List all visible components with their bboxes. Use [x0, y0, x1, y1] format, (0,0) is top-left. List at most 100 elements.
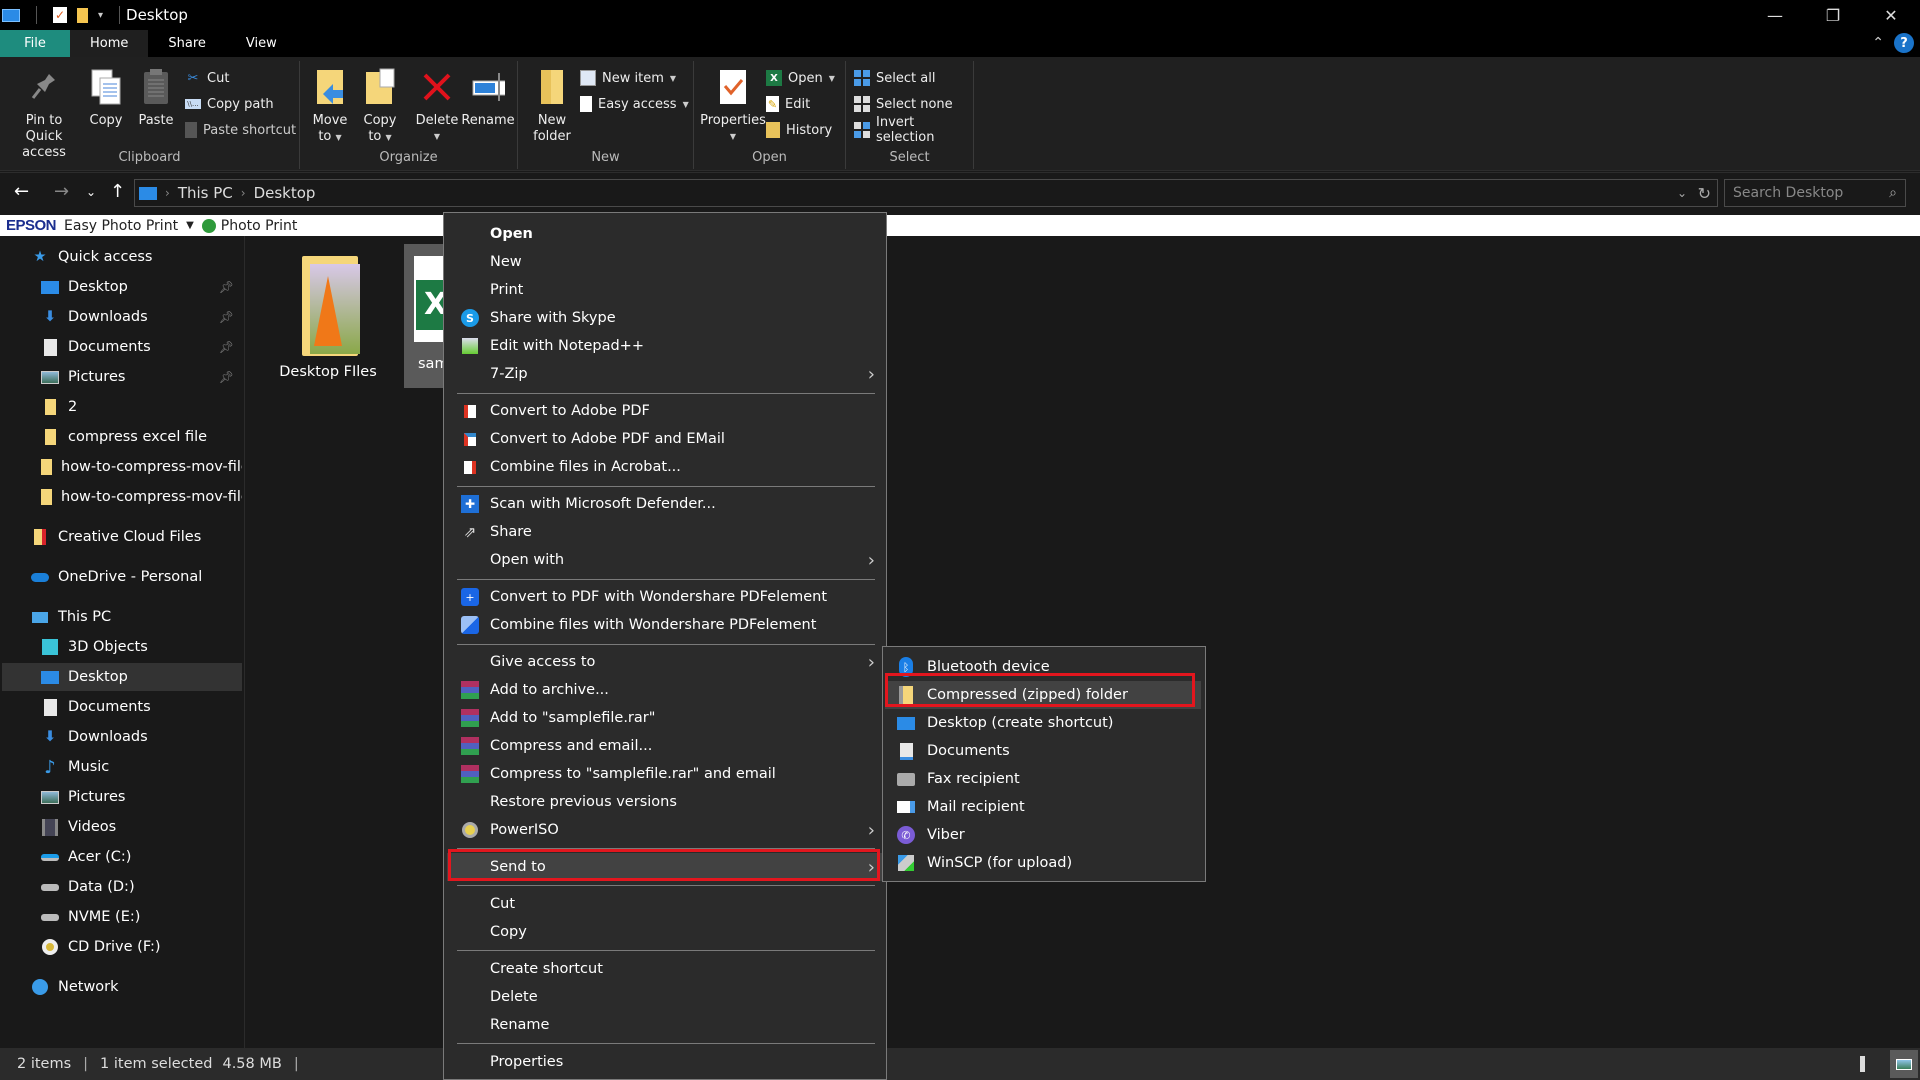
- help-icon[interactable]: ?: [1894, 33, 1914, 53]
- easy-access-button[interactable]: Easy access ▼: [580, 93, 689, 115]
- close-button[interactable]: ✕: [1862, 0, 1920, 30]
- back-button[interactable]: ←: [14, 181, 29, 202]
- breadcrumb-desktop[interactable]: Desktop: [254, 184, 316, 202]
- sidebar-item-nvme-e[interactable]: NVME (E:): [0, 903, 242, 931]
- easy-photo-print-button[interactable]: Easy Photo Print: [64, 218, 178, 234]
- customize-quick-access-icon[interactable]: ▾: [98, 10, 103, 21]
- menu-item-give-access-to[interactable]: Give access to ›: [447, 648, 883, 676]
- epson-dropdown-icon[interactable]: ▼: [186, 220, 194, 231]
- sidebar-item-desktop[interactable]: Desktop: [2, 663, 242, 691]
- recent-locations-button[interactable]: ⌄: [86, 185, 96, 199]
- sidebar-item-downloads-pinned[interactable]: ⬇ Downloads 📌︎: [0, 303, 242, 331]
- send-to-viber[interactable]: ✆ Viber: [885, 821, 1201, 849]
- cut-button[interactable]: ✂ Cut: [185, 67, 230, 89]
- menu-item-combine-files-in-acrobat[interactable]: Combine files in Acrobat...: [447, 453, 883, 481]
- large-icons-view-button[interactable]: [1890, 1050, 1918, 1078]
- send-to-desktop-shortcut[interactable]: Desktop (create shortcut): [885, 709, 1201, 737]
- photo-print-button[interactable]: Photo Print: [221, 218, 298, 234]
- properties-button[interactable]: Properties ▼: [698, 67, 768, 145]
- restore-button[interactable]: ❐: [1804, 0, 1862, 30]
- file-item-samplefile[interactable]: X sam: [404, 244, 444, 388]
- sidebar-item-data-d[interactable]: Data (D:): [0, 873, 242, 901]
- menu-item-add-to-archive[interactable]: Add to archive...: [447, 676, 883, 704]
- select-all-button[interactable]: Select all: [854, 67, 935, 89]
- properties-quick-icon[interactable]: ✓: [53, 7, 67, 23]
- copy-path-button[interactable]: \\... Copy path: [185, 93, 274, 115]
- sidebar-item-3d-objects[interactable]: 3D Objects: [0, 633, 242, 661]
- sidebar-item-pictures-pinned[interactable]: Pictures 📌︎: [0, 363, 242, 391]
- open-button[interactable]: X Open ▼: [766, 67, 835, 89]
- sidebar-item-music[interactable]: ♪ Music: [0, 753, 242, 781]
- sidebar-item-network[interactable]: Network: [0, 973, 242, 1001]
- minimize-button[interactable]: —: [1746, 0, 1804, 30]
- sidebar-item-quick-access[interactable]: ★ Quick access: [0, 243, 242, 271]
- menu-item-properties[interactable]: Properties: [447, 1048, 883, 1076]
- rename-button[interactable]: Rename: [461, 67, 515, 129]
- sidebar-item-onedrive[interactable]: OneDrive - Personal: [0, 563, 242, 591]
- menu-item-print[interactable]: Print: [447, 276, 883, 304]
- menu-item-scan-with-defender[interactable]: ✚ Scan with Microsoft Defender...: [447, 490, 883, 518]
- collapse-ribbon-icon[interactable]: ⌃: [1872, 35, 1884, 51]
- pin-icon[interactable]: 📌︎: [219, 310, 234, 324]
- tab-home[interactable]: Home: [70, 30, 149, 57]
- up-button[interactable]: ↑: [110, 181, 125, 202]
- sidebar-item-creative-cloud-files[interactable]: Creative Cloud Files: [0, 523, 242, 551]
- move-to-button[interactable]: Move to ▼: [310, 67, 350, 146]
- sidebar-item-how-to-compress-mov-file-1[interactable]: how-to-compress-mov-file: [0, 453, 242, 481]
- menu-item-7zip[interactable]: 7-Zip ›: [447, 360, 883, 388]
- send-to-fax-recipient[interactable]: Fax recipient: [885, 765, 1201, 793]
- address-dropdown-icon[interactable]: ⌄: [1677, 186, 1687, 200]
- sidebar-item-pictures[interactable]: Pictures: [0, 783, 242, 811]
- menu-item-combine-files-pdfelement[interactable]: Combine files with Wondershare PDFelemen…: [447, 611, 883, 639]
- menu-item-share-with-skype[interactable]: S Share with Skype: [447, 304, 883, 332]
- new-folder-quick-icon[interactable]: [77, 7, 88, 23]
- menu-item-edit-with-notepadpp[interactable]: Edit with Notepad++: [447, 332, 883, 360]
- edit-button[interactable]: ✎ Edit: [766, 93, 810, 115]
- history-button[interactable]: History: [766, 119, 832, 141]
- pin-to-quick-access-button[interactable]: Pin to Quick access: [6, 67, 82, 161]
- sidebar-item-folder-2[interactable]: 2: [0, 393, 242, 421]
- forward-button[interactable]: →: [54, 181, 69, 202]
- send-to-mail-recipient[interactable]: Mail recipient: [885, 793, 1201, 821]
- paste-shortcut-button[interactable]: Paste shortcut: [185, 119, 296, 141]
- menu-item-poweriso[interactable]: PowerISO ›: [447, 816, 883, 844]
- menu-item-cut[interactable]: Cut: [447, 890, 883, 918]
- menu-item-restore-previous-versions[interactable]: Restore previous versions: [447, 788, 883, 816]
- sidebar-item-this-pc[interactable]: This PC: [0, 603, 242, 631]
- invert-selection-button[interactable]: Invert selection: [854, 115, 973, 145]
- sidebar-item-how-to-compress-mov-file-2[interactable]: how-to-compress-mov-file: [0, 483, 242, 511]
- breadcrumb-this-pc[interactable]: This PC: [178, 184, 233, 202]
- pin-icon[interactable]: 📌︎: [219, 280, 234, 294]
- sidebar-item-downloads[interactable]: ⬇ Downloads: [0, 723, 242, 751]
- refresh-icon[interactable]: ↻: [1698, 184, 1711, 203]
- menu-item-open[interactable]: Open: [447, 220, 883, 248]
- menu-item-copy[interactable]: Copy: [447, 918, 883, 946]
- menu-item-new[interactable]: New: [447, 248, 883, 276]
- delete-button[interactable]: Delete ▼: [415, 67, 459, 145]
- menu-item-convert-to-pdf-pdfelement[interactable]: + Convert to PDF with Wondershare PDFelem…: [447, 583, 883, 611]
- sidebar-item-videos[interactable]: Videos: [0, 813, 242, 841]
- sidebar-item-acer-c[interactable]: Acer (C:): [0, 843, 242, 871]
- tab-view[interactable]: View: [226, 30, 297, 57]
- search-input[interactable]: Search Desktop ⌕: [1724, 179, 1906, 207]
- address-input[interactable]: › This PC › Desktop ⌄ ↻: [134, 179, 1718, 207]
- menu-item-compress-to-rar-and-email[interactable]: Compress to "samplefile.rar" and email: [447, 760, 883, 788]
- sidebar-item-documents-pinned[interactable]: Documents 📌︎: [0, 333, 242, 361]
- menu-item-compress-and-email[interactable]: Compress and email...: [447, 732, 883, 760]
- new-folder-button[interactable]: New folder: [530, 67, 574, 145]
- select-none-button[interactable]: Select none: [854, 93, 953, 115]
- tab-file[interactable]: File: [0, 30, 70, 57]
- send-to-documents[interactable]: Documents: [885, 737, 1201, 765]
- details-view-button[interactable]: [1860, 1056, 1880, 1072]
- menu-item-rename[interactable]: Rename: [447, 1011, 883, 1039]
- menu-item-delete[interactable]: Delete: [447, 983, 883, 1011]
- menu-item-create-shortcut[interactable]: Create shortcut: [447, 955, 883, 983]
- send-to-winscp[interactable]: WinSCP (for upload): [885, 849, 1201, 877]
- copy-to-button[interactable]: Copy to ▼: [360, 67, 400, 146]
- sidebar-item-documents[interactable]: Documents: [0, 693, 242, 721]
- menu-item-open-with[interactable]: Open with ›: [447, 546, 883, 574]
- copy-button[interactable]: Copy: [86, 67, 126, 129]
- new-item-button[interactable]: New item ▼: [580, 67, 676, 89]
- tab-share[interactable]: Share: [148, 30, 226, 57]
- pin-icon[interactable]: 📌︎: [219, 370, 234, 384]
